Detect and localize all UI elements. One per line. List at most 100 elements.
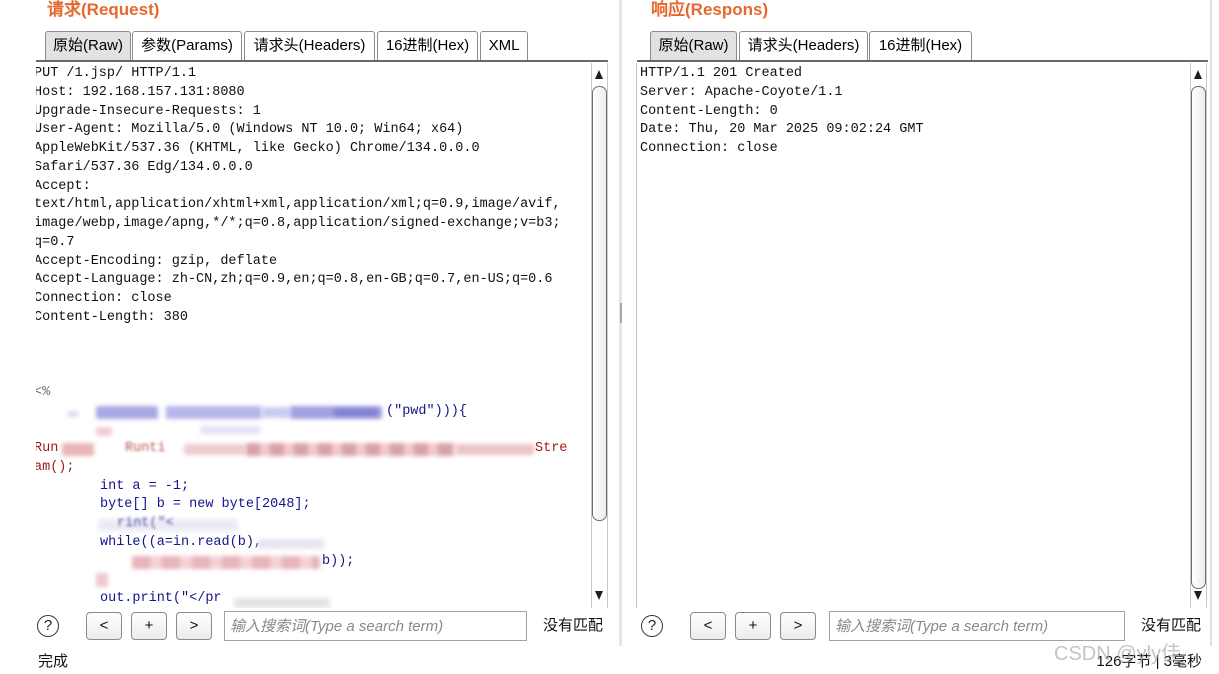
tab-xml[interactable]: XML (480, 31, 528, 60)
stream-wrap-fragment: am(); (36, 459, 75, 475)
tab-underline (637, 60, 1208, 62)
tab-headers[interactable]: 请求头(Headers) (739, 31, 868, 60)
response-line: Server: Apache-Coyote/1.1 (640, 84, 843, 100)
body-line (36, 571, 591, 590)
request-line: Accept: (36, 178, 91, 194)
scroll-up-icon (595, 70, 603, 79)
byte-declaration: byte[] b = new byte[2048]; (100, 497, 311, 513)
int-declaration: int a = -1; (100, 478, 190, 494)
print-bytes-fragment: b)); (322, 553, 355, 569)
add-search-button[interactable]: + (735, 612, 771, 640)
response-search-input[interactable] (829, 611, 1125, 641)
runtime-fragment: Run (36, 441, 59, 456)
body-line: am(); (36, 459, 591, 478)
response-title: 响应(Respons) (651, 0, 769, 19)
body-line: out.print("</pr (36, 590, 591, 608)
request-line: q=0.7 (36, 234, 75, 250)
stream-fragment: Stre (535, 441, 568, 456)
redaction-blur (96, 427, 112, 437)
watermark: CSDN @yly佳 (1054, 643, 1181, 665)
response-pane: 响应(Respons) 原始(Raw) 请求头(Headers) 16进制(He… (604, 0, 1208, 646)
response-raw-content: HTTP/1.1 201 Created Server: Apache-Coyo… (640, 65, 1190, 159)
request-pane: 请求(Request) 原始(Raw) 参数(Params) 请求头(Heade… (0, 0, 612, 646)
next-match-button[interactable]: > (780, 612, 816, 640)
scroll-up-button[interactable] (1191, 66, 1206, 83)
request-line: Accept-Encoding: gzip, deflate (36, 253, 278, 269)
prev-match-button[interactable]: < (86, 612, 122, 640)
scroll-down-icon (595, 591, 603, 600)
redaction-blur (62, 443, 94, 456)
scrollbar-thumb[interactable] (1191, 86, 1206, 589)
tab-underline (36, 60, 608, 62)
redaction-blur (96, 405, 158, 419)
request-line: text/html,application/xhtml+xml,applicat… (36, 197, 561, 213)
request-line: Content-Length: 380 (36, 309, 188, 325)
add-search-button[interactable]: + (131, 612, 167, 640)
scroll-up-icon (1194, 70, 1202, 79)
request-line: Accept-Language: zh-CN,zh;q=0.9,en;q=0.8… (36, 272, 553, 288)
redaction-blur (334, 408, 378, 416)
redaction-blur (456, 444, 534, 455)
response-scrollbar[interactable] (1190, 63, 1207, 608)
print-pre-blurred-fragment: rint("< (117, 516, 174, 531)
body-line: ("pwd"))){ (36, 403, 591, 422)
response-line: Date: Thu, 20 Mar 2025 09:02:24 GMT (640, 122, 924, 138)
redaction-blur (132, 555, 320, 569)
request-line: PUT /1.jsp/ HTTP/1.1 (36, 66, 197, 81)
request-title: 请求(Request) (47, 0, 160, 19)
redaction-blur (234, 598, 330, 608)
print-close-fragment: out.print("</pr (100, 591, 222, 606)
request-line: Connection: close (36, 291, 172, 306)
request-raw-content: PUT /1.jsp/ HTTP/1.1 Host: 192.168.157.1… (36, 65, 591, 608)
scroll-down-icon (1194, 591, 1202, 600)
body-line: rint("< (36, 515, 591, 534)
redaction-blur (68, 410, 78, 417)
response-match-status: 没有匹配 (1141, 617, 1202, 634)
request-line: Host: 192.168.157.131:8080 (36, 84, 245, 100)
redaction-blur (246, 443, 456, 456)
request-line: AppleWebKit/537.36 (KHTML, like Gecko) C… (36, 141, 480, 156)
body-line: byte[] b = new byte[2048]; (36, 496, 591, 515)
status-text: 完成 (38, 653, 69, 670)
runtime-blurred-fragment: Runti (125, 441, 166, 456)
body-line (36, 421, 591, 440)
response-tab-bar: 原始(Raw) 请求头(Headers) 16进制(Hex) (650, 31, 973, 60)
request-line: Safari/537.36 Edg/134.0.0.0 (36, 159, 253, 175)
scroll-down-button[interactable] (1191, 587, 1206, 604)
redaction-blur (258, 538, 324, 549)
tab-raw[interactable]: 原始(Raw) (650, 31, 737, 60)
next-match-button[interactable]: > (176, 612, 212, 640)
request-line: User-Agent: Mozilla/5.0 (Windows NT 10.0… (36, 122, 464, 138)
body-line: Run Runti Stre (36, 440, 591, 459)
help-icon[interactable]: ? (641, 615, 663, 637)
response-raw-editor[interactable]: HTTP/1.1 201 Created Server: Apache-Coyo… (636, 63, 1190, 608)
request-line: image/webp,image/apng,*/*;q=0.8,applicat… (36, 216, 561, 231)
body-line: while((a=in.read(b), (36, 534, 591, 553)
request-search-input[interactable] (224, 611, 527, 641)
response-line: Connection: close (640, 141, 778, 156)
request-tab-bar: 原始(Raw) 参数(Params) 请求头(Headers) 16进制(Hex… (45, 31, 529, 60)
jsp-open-tag: <% (36, 384, 51, 400)
while-loop: while((a=in.read(b), (100, 534, 263, 550)
tab-hex[interactable]: 16进制(Hex) (377, 31, 478, 60)
prev-match-button[interactable]: < (690, 612, 726, 640)
body-line: b)); (36, 553, 591, 572)
redaction-blur (166, 405, 262, 419)
tab-headers[interactable]: 请求头(Headers) (244, 31, 375, 60)
request-raw-editor[interactable]: PUT /1.jsp/ HTTP/1.1 Host: 192.168.157.1… (36, 63, 591, 608)
redaction-blur (184, 444, 246, 455)
window-edge (1210, 0, 1212, 646)
help-icon[interactable]: ? (37, 615, 59, 637)
response-line: HTTP/1.1 201 Created (640, 66, 803, 81)
body-line: int a = -1; (36, 478, 591, 497)
request-match-status: 没有匹配 (543, 617, 604, 634)
request-line: Upgrade-Insecure-Requests: 1 (36, 103, 261, 119)
tab-hex[interactable]: 16进制(Hex) (869, 31, 972, 60)
body-line: <% (36, 384, 591, 403)
tab-raw[interactable]: 原始(Raw) (45, 31, 131, 60)
response-line: Content-Length: 0 (640, 103, 778, 119)
tab-params[interactable]: 参数(Params) (132, 31, 242, 60)
